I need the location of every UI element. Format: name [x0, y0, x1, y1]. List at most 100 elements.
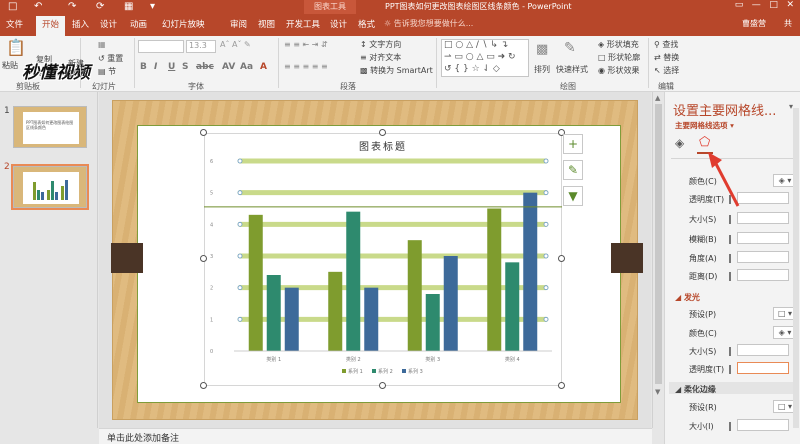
resize-handle-tl[interactable] — [200, 129, 207, 136]
gridline-handle[interactable] — [543, 190, 549, 196]
quick-styles-icon[interactable]: ✎ — [564, 40, 576, 56]
bar[interactable] — [328, 271, 343, 351]
paste-icon[interactable]: 📋 — [6, 38, 26, 57]
tab-home[interactable]: 开始 — [36, 16, 66, 36]
tab-file[interactable]: 文件 — [6, 18, 23, 30]
soft-edge-section-header[interactable]: ◢ 柔化边缘 — [675, 384, 716, 395]
gridline-handle[interactable] — [237, 190, 243, 196]
gridline-handle[interactable] — [237, 316, 243, 322]
shadow-blur-input[interactable] — [737, 232, 789, 244]
gridline-handle[interactable] — [543, 221, 549, 227]
slide-thumbnail-2[interactable] — [11, 164, 89, 210]
convert-smartart-button[interactable]: ▩ 转换为 SmartArt — [360, 65, 433, 76]
bar[interactable] — [425, 294, 440, 351]
chart-elements-icon[interactable]: + — [563, 134, 583, 154]
bar[interactable] — [505, 262, 520, 351]
share-button[interactable]: 共 — [784, 18, 792, 29]
shape-effects-button[interactable]: ◉ 形状效果 — [598, 65, 640, 76]
slide-thumbnail-1[interactable]: PPT图表如何更改图表绘图区线条颜色 — [13, 106, 87, 148]
underline-button[interactable]: U — [168, 62, 175, 72]
chart-filter-icon[interactable]: ▼ — [563, 186, 583, 206]
replace-button[interactable]: ⇄ 替换 — [654, 52, 679, 63]
bar[interactable] — [523, 192, 538, 351]
scroll-down-icon[interactable]: ▼ — [655, 388, 660, 396]
tab-review[interactable]: 审阅 — [230, 18, 247, 30]
glow-transparency-input[interactable] — [737, 362, 789, 374]
paste-button[interactable]: 粘贴 — [2, 60, 18, 71]
resize-handle-bm[interactable] — [379, 382, 386, 389]
pane-subtitle[interactable]: 主要网格线选项 ▾ — [675, 120, 734, 131]
shape-outline-button[interactable]: □ 形状轮廓 — [598, 52, 640, 63]
bold-button[interactable]: B — [140, 62, 147, 72]
resize-handle-br[interactable] — [558, 382, 565, 389]
grow-font-icon[interactable]: Aˆ Aˇ ✎ — [220, 40, 251, 49]
notes-bar[interactable]: 单击此处添加备注 — [99, 428, 652, 444]
fill-line-icon[interactable]: ◈ — [675, 136, 684, 150]
bar[interactable] — [346, 211, 361, 351]
pane-scrollbar[interactable] — [793, 108, 799, 428]
gridline-handle[interactable] — [237, 285, 243, 291]
tab-chart-design[interactable]: 设计 — [330, 18, 347, 30]
italic-button[interactable]: I — [154, 62, 157, 72]
font-size-dropdown[interactable]: 13.3 — [186, 40, 216, 53]
tab-slideshow[interactable]: 幻灯片放映 — [162, 18, 205, 30]
chart-styles-icon[interactable]: ✎ — [563, 160, 583, 180]
scroll-up-icon[interactable]: ▲ — [655, 94, 660, 102]
refresh-icon[interactable]: ⟳ — [96, 1, 104, 12]
align-text-button[interactable]: ≡ 对齐文本 — [360, 52, 401, 63]
redo-icon[interactable]: ↷ — [68, 1, 76, 12]
new-slide-label-2[interactable]: 幻灯片 — [64, 68, 88, 79]
gridline-handle[interactable] — [543, 316, 549, 322]
shadow-transparency-input[interactable] — [737, 192, 789, 204]
tab-insert[interactable]: 插入 — [72, 18, 89, 30]
change-case-button[interactable]: Aa — [240, 62, 253, 72]
strikethrough-button[interactable]: abc — [196, 62, 214, 72]
gridline-handle[interactable] — [237, 158, 243, 164]
text-direction-button[interactable]: ↕ 文字方向 — [360, 39, 401, 50]
vertical-scrollbar[interactable]: ▲ ▼ — [652, 92, 664, 428]
soft-edge-size-input[interactable] — [737, 419, 789, 431]
char-spacing-button[interactable]: AV — [222, 62, 235, 72]
undo-icon[interactable]: ↶ — [34, 1, 42, 12]
effects-pentagon-icon[interactable]: ⬠ — [699, 135, 710, 150]
tab-format[interactable]: 格式 — [358, 18, 375, 30]
gridline-handle[interactable] — [543, 253, 549, 259]
bar[interactable] — [248, 214, 263, 351]
font-name-dropdown[interactable] — [138, 40, 184, 53]
gridline-handle[interactable] — [543, 285, 549, 291]
shadow-button[interactable]: S — [182, 62, 188, 72]
shadow-distance-input[interactable] — [737, 269, 789, 281]
glow-section-header[interactable]: ◢ 发光 — [675, 292, 700, 303]
gridline-handle[interactable] — [237, 221, 243, 227]
arrange-icon[interactable]: ▩ — [536, 42, 548, 57]
resize-handle-mr[interactable] — [558, 255, 565, 262]
shapes-gallery[interactable]: □ ○ △ ∕ ∖ ↳ ↴ ⇀ ▭ ○ △ ▭ ➜ ↻ ↺ { } ☆ ⇃ ◇ — [441, 39, 529, 77]
bar[interactable] — [487, 208, 502, 352]
customize-qat-icon[interactable]: ▾ — [150, 1, 155, 12]
resize-handle-bl[interactable] — [200, 382, 207, 389]
bar[interactable] — [266, 275, 281, 351]
window-controls[interactable]: ▭ — □ ✕ — [735, 0, 794, 10]
chart-title[interactable]: 图表标题 — [359, 140, 407, 153]
quick-styles-button[interactable]: 快速样式 — [556, 64, 588, 75]
user-name[interactable]: 曹盛营 — [742, 18, 766, 29]
resize-handle-tm[interactable] — [379, 129, 386, 136]
glow-size-input[interactable] — [737, 344, 789, 356]
align-icons[interactable]: ≡ ≡ ≡ ≡ ≡ — [284, 62, 328, 71]
tab-developer[interactable]: 开发工具 — [286, 18, 320, 30]
resize-handle-ml[interactable] — [200, 255, 207, 262]
shape-fill-button[interactable]: ◈ 形状填充 — [598, 39, 639, 50]
chart-area[interactable]: 图表标题 0 1 2 3 4 5 6 类别 1 类别 2 类别 3 类别 4 系列 1 系列 2 系列… — [200, 129, 584, 389]
shadow-angle-input[interactable] — [737, 251, 789, 263]
find-button[interactable]: ⚲ 查找 — [654, 39, 678, 50]
gridline-handle[interactable] — [237, 253, 243, 259]
gridline-handle[interactable] — [543, 158, 549, 164]
tell-me-box[interactable]: ☼ 告诉我您想要做什么... — [384, 18, 473, 29]
tab-animations[interactable]: 动画 — [130, 18, 147, 30]
layout-icon[interactable]: ▦ — [98, 40, 106, 49]
bar[interactable] — [364, 287, 379, 351]
font-color-button[interactable]: A — [260, 62, 267, 72]
select-button[interactable]: ↖ 选择 — [654, 65, 679, 76]
section-button[interactable]: ▤ 节 — [98, 66, 116, 77]
bullets-icon[interactable]: ≡ ≡ ⇤ ⇥ ⇵ — [284, 40, 328, 49]
